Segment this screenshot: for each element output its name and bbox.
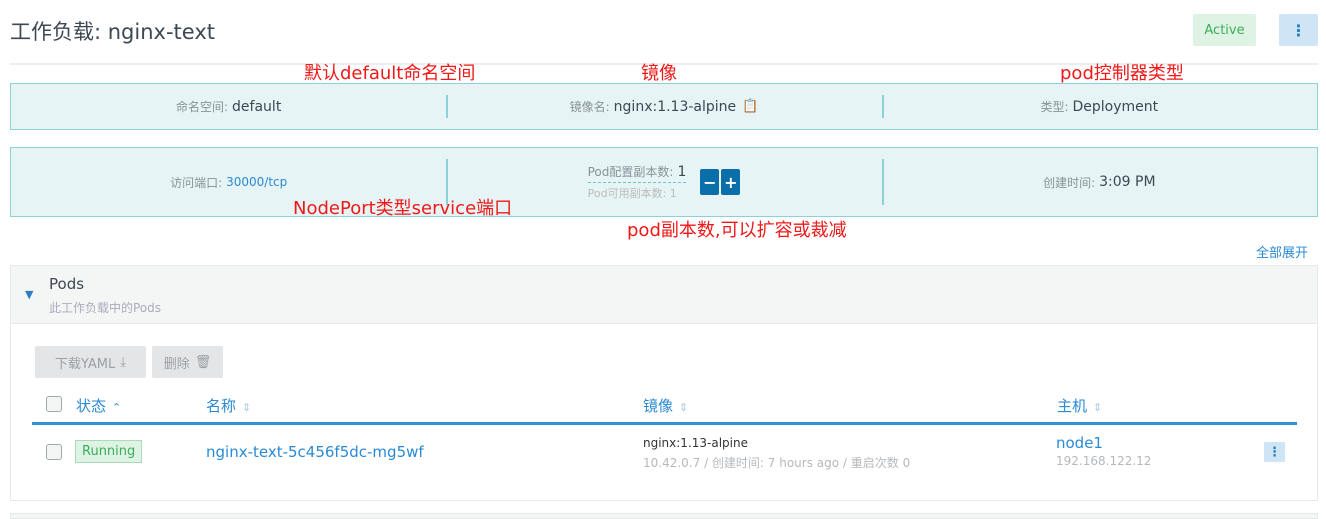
sort-icon: ⇕ bbox=[1093, 401, 1103, 414]
port-label: 访问端口: bbox=[170, 175, 223, 190]
pods-header[interactable]: ▼ Pods 此工作负载中的Pods bbox=[11, 266, 1317, 324]
pod-name-link[interactable]: nginx-text-5c456f5dc-mg5wf bbox=[206, 443, 424, 461]
collapse-triangle-icon[interactable]: ▼ bbox=[25, 288, 33, 301]
created-label: 创建时间: bbox=[1043, 175, 1096, 190]
table-header-line bbox=[32, 422, 1297, 425]
row-actions-button[interactable]: ⋮ bbox=[1264, 442, 1285, 462]
actions-menu-button[interactable]: ⋮ bbox=[1279, 14, 1318, 46]
replicas-value: 1 bbox=[677, 164, 687, 180]
annotation-port: NodePort类型service端口 bbox=[293, 198, 513, 219]
pods-title: Pods bbox=[49, 275, 85, 293]
annotation-replicas: pod副本数,可以扩容或裁减 bbox=[627, 220, 847, 241]
column-label: 主机 bbox=[1057, 397, 1088, 415]
image-value: nginx:1.13-alpine bbox=[613, 98, 737, 115]
scale-up-button[interactable]: + bbox=[721, 169, 741, 195]
replicas-label: Pod配置副本数: bbox=[587, 165, 674, 179]
download-label: 下载YAML bbox=[54, 356, 116, 372]
type-label: 类型: bbox=[1040, 100, 1069, 114]
vertical-dots-icon: ⋮ bbox=[1290, 20, 1307, 40]
row-checkbox[interactable] bbox=[46, 444, 62, 460]
type-field: 类型: Deployment bbox=[881, 84, 1317, 129]
created-field: 创建时间: 3:09 PM bbox=[881, 148, 1317, 216]
namespace-value: default bbox=[232, 98, 282, 115]
type-value: Deployment bbox=[1072, 98, 1159, 115]
annotation-image: 镜像 bbox=[641, 63, 677, 84]
node-link[interactable]: node1 bbox=[1056, 434, 1103, 452]
trash-icon: 🗑 bbox=[194, 354, 212, 370]
download-icon: ⤓ bbox=[120, 354, 127, 370]
sort-icon: ⇕ bbox=[679, 401, 689, 414]
column-label: 镜像 bbox=[643, 397, 674, 415]
column-label: 状态 bbox=[76, 397, 107, 415]
running-badge: Running bbox=[75, 440, 143, 463]
pods-subtitle: 此工作负载中的Pods bbox=[49, 301, 162, 315]
column-image[interactable]: 镜像 ⇕ bbox=[643, 395, 688, 416]
column-status[interactable]: 状态 ⌃ bbox=[76, 395, 121, 416]
download-yaml-button[interactable]: 下载YAML ⤓ bbox=[35, 346, 146, 378]
pod-detail: 10.42.0.7 / 创建时间: 7 hours ago / 重启次数 0 bbox=[643, 456, 911, 470]
column-label: 名称 bbox=[206, 397, 237, 415]
available-value: 1 bbox=[669, 187, 677, 200]
sort-icon: ⇕ bbox=[242, 401, 252, 414]
annotation-type: pod控制器类型 bbox=[1060, 63, 1184, 84]
image-label: 镜像名: bbox=[569, 100, 610, 114]
delete-button[interactable]: 删除 🗑 bbox=[152, 346, 223, 378]
created-value: 3:09 PM bbox=[1099, 174, 1156, 190]
page-title: 工作负载: nginx-text bbox=[10, 20, 215, 44]
available-label: Pod可用副本数: bbox=[587, 187, 667, 200]
expand-all-link[interactable]: 全部展开 bbox=[1256, 242, 1308, 261]
copy-icon[interactable]: 📋 bbox=[742, 99, 758, 114]
status-badge: Active bbox=[1193, 14, 1256, 46]
namespace-label: 命名空间: bbox=[176, 100, 229, 114]
sort-up-icon: ⌃ bbox=[112, 401, 122, 414]
pod-image: nginx:1.13-alpine bbox=[643, 436, 748, 450]
delete-label: 删除 bbox=[163, 356, 190, 372]
info-box-1: 命名空间: default 镜像名: nginx:1.13-alpine 📋 类型: D… bbox=[10, 83, 1318, 130]
column-node[interactable]: 主机 ⇕ bbox=[1057, 395, 1102, 416]
node-ip: 192.168.122.12 bbox=[1056, 454, 1152, 468]
info-box-2: 访问端口: 30000/tcp Pod配置副本数: 1 Pod可用副本数: 1 − +… bbox=[10, 147, 1318, 217]
scale-down-button[interactable]: − bbox=[700, 169, 720, 195]
vertical-dots-icon: ⋮ bbox=[1268, 444, 1281, 460]
namespace-field: 命名空间: default bbox=[11, 84, 446, 129]
image-field: 镜像名: nginx:1.13-alpine 📋 bbox=[446, 84, 881, 129]
select-all-checkbox[interactable] bbox=[46, 396, 62, 412]
port-link[interactable]: 30000/tcp bbox=[226, 175, 287, 189]
next-section bbox=[10, 513, 1318, 519]
annotation-namespace: 默认default命名空间 bbox=[304, 63, 476, 84]
column-name[interactable]: 名称 ⇕ bbox=[206, 395, 251, 416]
